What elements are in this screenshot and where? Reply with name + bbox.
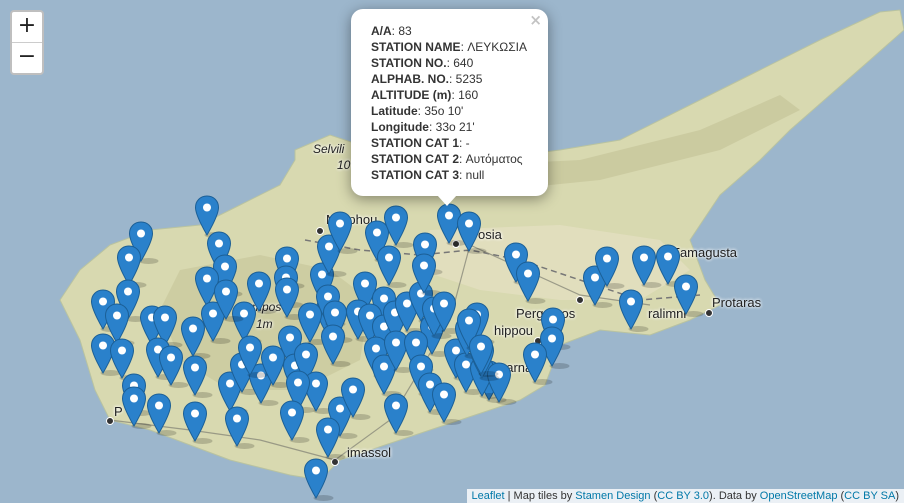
- station-marker[interactable]: [224, 406, 255, 449]
- station-marker[interactable]: [376, 245, 407, 288]
- popup-row: Longitude: 33o 21': [371, 119, 548, 135]
- popup-field-value: : Αυτόματος: [459, 152, 523, 166]
- map-container[interactable]: Selvili 10 Morphou osia Famagusta Protar…: [0, 0, 904, 503]
- stamen-link[interactable]: Stamen Design: [575, 490, 650, 502]
- cc-by-link[interactable]: CC BY 3.0: [657, 490, 709, 502]
- popup-row: A/A: 83: [371, 23, 548, 39]
- popup-field-name: STATION CAT 3: [371, 168, 459, 182]
- station-marker[interactable]: [431, 382, 462, 425]
- station-marker[interactable]: [146, 393, 177, 436]
- attribution-text-tiles: | Map tiles by: [504, 490, 576, 502]
- leaflet-link[interactable]: Leaflet: [472, 490, 505, 502]
- popup-tip: [437, 195, 457, 206]
- popup-field-name: Longitude: [371, 120, 429, 134]
- popup-field-name: STATION CAT 1: [371, 136, 459, 150]
- osm-link[interactable]: OpenStreetMap: [760, 490, 838, 502]
- popup-row: STATION CAT 1: -: [371, 135, 548, 151]
- attribution-text-data: . Data by: [712, 490, 760, 502]
- popup-field-name: Latitude: [371, 104, 418, 118]
- station-marker[interactable]: [456, 211, 487, 254]
- popup-row: STATION NAME: ΛΕΥΚΩΣΙΑ: [371, 39, 548, 55]
- station-marker[interactable]: [515, 261, 546, 304]
- station-marker[interactable]: [618, 289, 649, 332]
- map-attribution: Leaflet | Map tiles by Stamen Design (CC…: [466, 489, 904, 503]
- popup-row: STATION CAT 2: Αυτόματος: [371, 151, 548, 167]
- station-marker[interactable]: [182, 355, 213, 398]
- popup-field-value: : 640: [446, 56, 474, 70]
- popup-row: STATION CAT 3: null: [371, 167, 548, 183]
- station-marker[interactable]: [383, 205, 414, 248]
- station-marker[interactable]: [320, 324, 351, 367]
- popup-row: STATION NO.: 640: [371, 55, 548, 71]
- cc-by-sa-link[interactable]: CC BY SA: [844, 490, 895, 502]
- popup-close-button[interactable]: ×: [529, 12, 542, 28]
- popup-field-name: A/A: [371, 24, 392, 38]
- popup-field-value: : ΛΕΥΚΩΣΙΑ: [460, 40, 527, 54]
- popup-field-value: : 33o 21': [428, 120, 475, 134]
- popup-field-value: : 160: [451, 88, 479, 102]
- popup-field-value: : -: [459, 136, 470, 150]
- zoom-in-button[interactable]: +: [12, 12, 42, 43]
- popup-row: ALPHAB. NO.: 5235: [371, 71, 548, 87]
- popup-field-value: : 83: [391, 24, 412, 38]
- station-marker[interactable]: [383, 393, 414, 436]
- station-marker[interactable]: [303, 458, 334, 501]
- zoom-control: + −: [10, 10, 44, 75]
- station-marker[interactable]: [182, 401, 213, 444]
- station-marker[interactable]: [673, 274, 704, 317]
- popup-field-name: STATION CAT 2: [371, 152, 459, 166]
- popup-field-value: : null: [459, 168, 485, 182]
- popup-field-name: ALPHAB. NO.: [371, 72, 449, 86]
- popup-row: Latitude: 35o 10': [371, 103, 548, 119]
- popup-field-name: STATION NAME: [371, 40, 461, 54]
- popup-row: ALTITUDE (m): 160: [371, 87, 548, 103]
- station-marker[interactable]: [121, 386, 152, 429]
- zoom-out-button[interactable]: −: [12, 43, 42, 73]
- popup-field-value: : 35o 10': [417, 104, 464, 118]
- station-popup: × A/A: 83 STATION NAME: ΛΕΥΚΩΣΙΑ STATION N…: [351, 9, 548, 196]
- popup-field-name: STATION NO.: [371, 56, 447, 70]
- popup-field-value: : 5235: [449, 72, 483, 86]
- popup-field-name: ALTITUDE (m): [371, 88, 452, 102]
